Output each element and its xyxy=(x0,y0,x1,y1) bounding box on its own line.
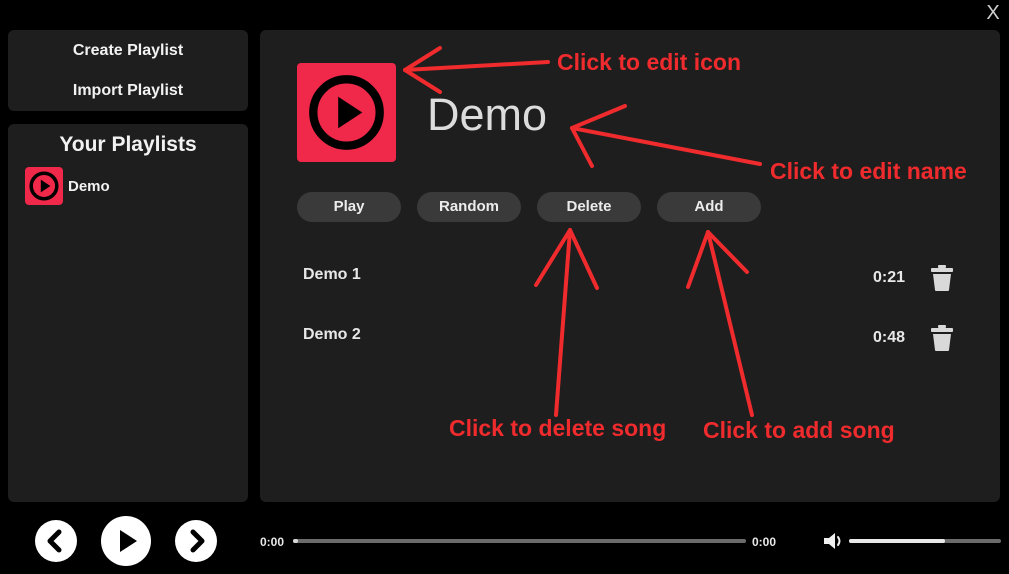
arrow-edit-icon xyxy=(403,46,550,94)
annotation-delete-song: Click to delete song xyxy=(449,415,667,441)
total-time: 0:00 xyxy=(752,535,777,549)
arrow-add-song xyxy=(686,230,754,417)
annotation-add-song: Click to add song xyxy=(703,417,895,443)
seek-bar[interactable] xyxy=(293,539,746,543)
play-pause-button[interactable] xyxy=(101,516,151,566)
seek-progress xyxy=(293,539,298,543)
volume-icon[interactable] xyxy=(823,531,845,551)
previous-button[interactable] xyxy=(35,520,77,562)
arrow-delete-song xyxy=(534,228,599,417)
elapsed-time: 0:00 xyxy=(260,535,285,549)
annotation-arrows xyxy=(403,46,762,417)
annotation-edit-name: Click to edit name xyxy=(770,158,967,184)
volume-slider[interactable] xyxy=(849,539,1001,543)
annotation-edit-icon: Click to edit icon xyxy=(557,49,742,75)
arrow-edit-name xyxy=(570,104,762,168)
next-button[interactable] xyxy=(175,520,217,562)
volume-level xyxy=(849,539,945,543)
